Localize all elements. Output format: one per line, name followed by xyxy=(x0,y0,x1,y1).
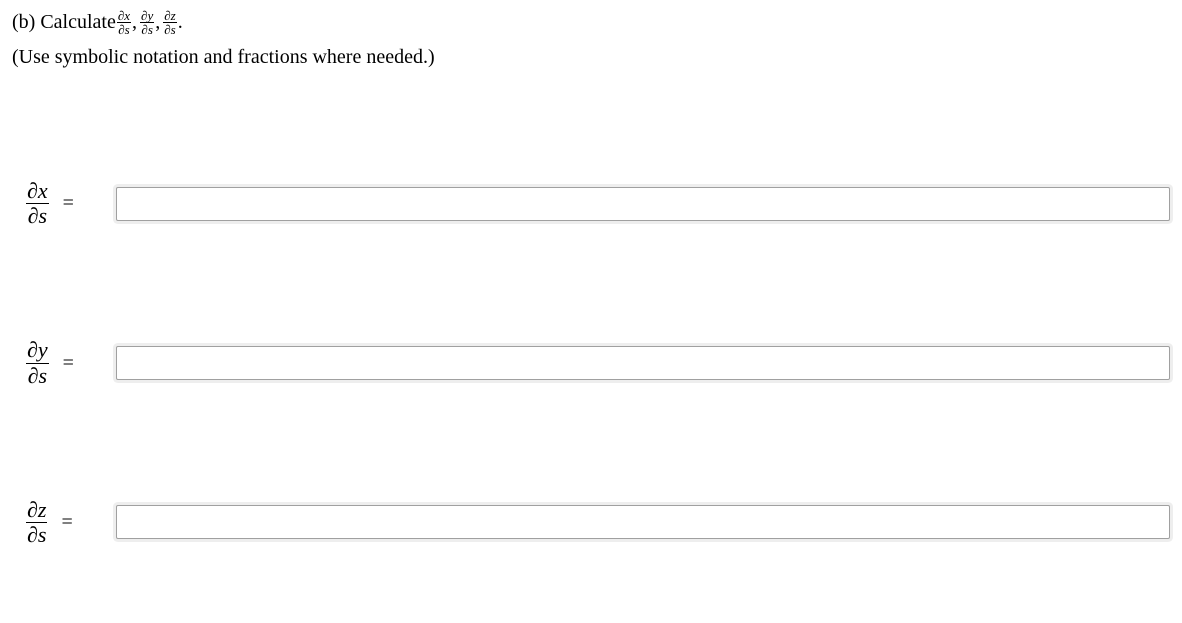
separator: , xyxy=(155,8,160,36)
equals-sign: = xyxy=(63,192,74,215)
fraction-dy-ds: ∂y ∂s xyxy=(140,9,154,36)
equals-sign: = xyxy=(63,352,74,375)
answer-row-dz-ds: ∂z ∂s = xyxy=(26,498,1170,547)
equals-sign: = xyxy=(61,511,72,534)
question-prompt: (b) Calculate ∂x ∂s , ∂y ∂s , ∂z ∂s . xyxy=(12,8,1170,36)
fraction-dz-ds: ∂z ∂s xyxy=(163,9,176,36)
label-dz-ds: ∂z ∂s xyxy=(26,498,47,547)
answer-row-dy-ds: ∂y ∂s = xyxy=(26,338,1170,387)
answer-input-dy-ds[interactable] xyxy=(116,346,1170,380)
prompt-prefix: (b) Calculate xyxy=(12,8,116,36)
answer-input-dx-ds[interactable] xyxy=(116,187,1170,221)
terminator: . xyxy=(178,8,183,36)
label-dx-ds: ∂x ∂s xyxy=(26,179,49,228)
fraction-dx-ds: ∂x ∂s xyxy=(117,9,131,36)
instruction-text: (Use symbolic notation and fractions whe… xyxy=(12,46,1170,69)
answer-input-dz-ds[interactable] xyxy=(116,505,1170,539)
separator: , xyxy=(132,8,137,36)
answer-row-dx-ds: ∂x ∂s = xyxy=(26,179,1170,228)
label-dy-ds: ∂y ∂s xyxy=(26,338,49,387)
